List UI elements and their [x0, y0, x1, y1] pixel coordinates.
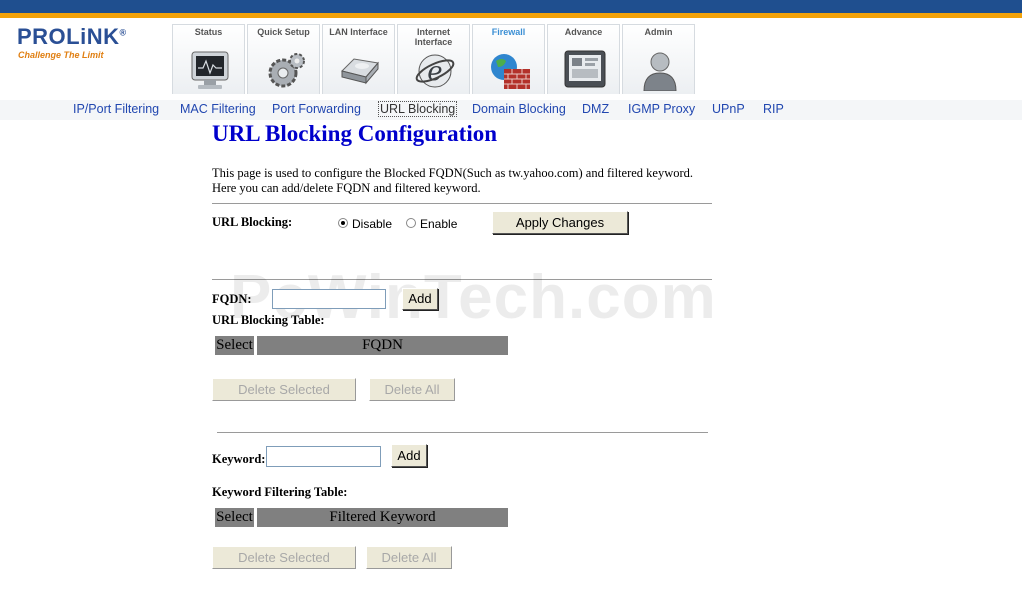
fqdn-delete-selected-button[interactable]: Delete Selected [212, 378, 356, 401]
subnav-ip-port-filtering[interactable]: IP/Port Filtering [73, 102, 159, 116]
column-header-select: Select [215, 508, 254, 527]
admin-user-icon [643, 52, 677, 91]
enable-radio[interactable] [406, 218, 416, 228]
tab-firewall[interactable]: Firewall [472, 24, 545, 94]
tab-label: Internet Interface [414, 27, 453, 47]
subnav-rip[interactable]: RIP [763, 102, 784, 116]
subnav-mac-filtering[interactable]: MAC Filtering [180, 102, 256, 116]
drive-icon [341, 58, 379, 85]
tab-internet-interface[interactable]: Internet Interface e [397, 24, 470, 94]
firewall-globe-icon [491, 54, 530, 89]
prolink-logo: PROLiNK® Challenge The Limit [17, 24, 147, 80]
tab-label: Quick Setup [257, 27, 310, 37]
subnav-port-forwarding[interactable]: Port Forwarding [272, 102, 361, 116]
keyword-filtering-table-title: Keyword Filtering Table: [212, 485, 348, 499]
tab-label: Admin [644, 27, 673, 37]
tab-label: Status [194, 27, 223, 37]
tab-label: Firewall [491, 27, 526, 37]
tab-label: Advance [564, 27, 603, 37]
internet-explorer-icon: e [415, 54, 455, 88]
column-header-select: Select [215, 336, 254, 355]
divider [212, 203, 712, 204]
column-header-filtered-keyword: Filtered Keyword [257, 508, 508, 527]
divider [217, 432, 708, 433]
tab-advance[interactable]: Advance [547, 24, 620, 94]
keyword-add-button[interactable]: Add [391, 444, 427, 467]
apply-changes-button[interactable]: Apply Changes [492, 211, 628, 234]
fqdn-delete-all-button[interactable]: Delete All [369, 378, 455, 401]
tab-quick-setup[interactable]: Quick Setup [247, 24, 320, 94]
page-title: URL Blocking Configuration [212, 121, 497, 146]
disable-radio-label: Disable [352, 217, 393, 231]
column-header-fqdn: FQDN [257, 336, 508, 355]
tab-admin[interactable]: Admin [622, 24, 695, 94]
keyword-delete-selected-button[interactable]: Delete Selected [212, 546, 356, 569]
divider [212, 279, 712, 280]
fqdn-add-button[interactable]: Add [402, 288, 438, 310]
fqdn-input[interactable] [272, 289, 386, 309]
sub-navigation: IP/Port Filtering MAC Filtering Port For… [0, 100, 1022, 120]
subnav-igmp-proxy[interactable]: IGMP Proxy [628, 102, 695, 116]
logo-tagline: Challenge The Limit [18, 50, 104, 60]
enable-radio-label: Enable [420, 217, 458, 231]
disable-radio[interactable] [338, 218, 348, 228]
keyword-label: Keyword: [212, 452, 266, 466]
keyword-delete-all-button[interactable]: Delete All [366, 546, 452, 569]
keyword-input[interactable] [266, 446, 381, 467]
tab-status[interactable]: Status [172, 24, 245, 94]
subnav-dmz[interactable]: DMZ [582, 102, 609, 116]
top-blue-bar [0, 0, 1022, 13]
subnav-url-blocking[interactable]: URL Blocking [378, 101, 458, 117]
advance-screen-icon [564, 50, 606, 88]
url-blocking-table-title: URL Blocking Table: [212, 313, 325, 327]
monitor-icon [191, 51, 229, 89]
subnav-upnp[interactable]: UPnP [712, 102, 745, 116]
url-blocking-label: URL Blocking: [212, 215, 293, 229]
tab-lan-interface[interactable]: LAN Interface [322, 24, 395, 94]
gears-icon [268, 53, 305, 88]
tab-label: LAN Interface [329, 27, 388, 37]
fqdn-label: FQDN: [212, 292, 252, 306]
page-description: This page is used to configure the Block… [212, 166, 694, 195]
main-tabs: Status Quick Setup LAN Interface Interne… [172, 24, 697, 94]
logo-wordmark: PROLiNK® [17, 24, 127, 49]
subnav-domain-blocking[interactable]: Domain Blocking [472, 102, 566, 116]
